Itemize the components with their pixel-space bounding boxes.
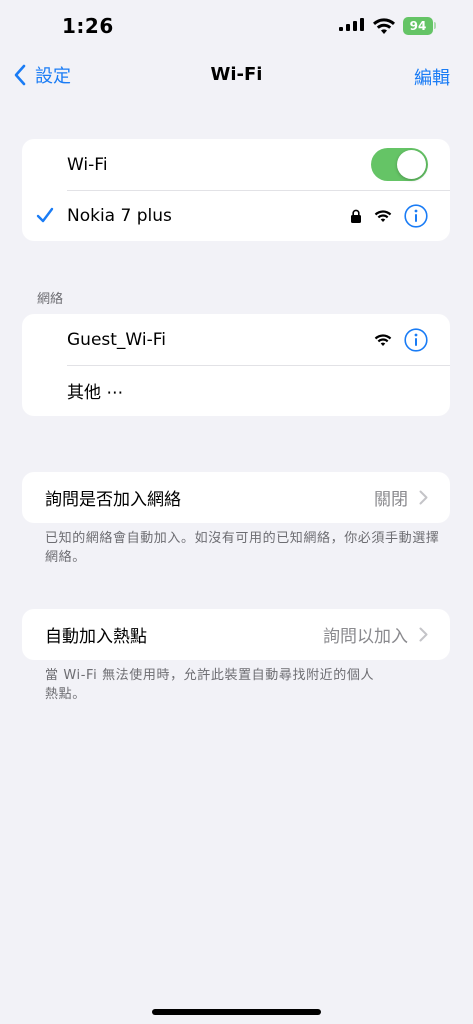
wifi-toggle[interactable] [371,148,428,181]
status-time: 1:26 [62,14,114,38]
ask-to-join-row[interactable]: 詢問是否加入網絡 關閉 [22,472,450,523]
battery-tip [434,22,436,29]
info-icon[interactable] [404,204,428,228]
ask-to-join-group: 詢問是否加入網絡 關閉 [22,472,450,523]
ask-to-join-value: 關閉 [374,490,408,510]
wifi-toggle-row: Wi-Fi [22,139,450,190]
toggle-knob [397,150,426,179]
auto-hotspot-value: 詢問以加入 [323,627,408,647]
home-indicator[interactable] [152,1009,321,1015]
cell-signal-icon [339,18,364,31]
auto-hotspot-group: 自動加入熱點 詢問以加入 [22,609,450,660]
lock-icon [351,209,361,223]
connected-network-row[interactable]: Nokia 7 plus [22,190,450,241]
networks-header: 網絡 [37,292,64,307]
wifi-status-icon [373,18,395,34]
ask-to-join-label: 詢問是否加入網絡 [45,490,181,510]
auto-hotspot-row[interactable]: 自動加入熱點 詢問以加入 [22,609,450,660]
wifi-icon [374,334,392,346]
network-row[interactable]: Guest_Wi-Fi [22,314,450,365]
networks-group: Guest_Wi-Fi 其他 ⋯ [22,314,450,416]
page-title: Wi-Fi [210,64,263,85]
info-icon[interactable] [404,328,428,352]
wifi-group: Wi-Fi Nokia 7 plus [22,139,450,241]
battery-icon: 94 [403,17,433,35]
auto-hotspot-footnote: 當 Wi-Fi 無法使用時，允許此裝置自動尋找附近的個人熱點。 [45,668,375,702]
wifi-toggle-label: Wi-Fi [67,154,108,175]
other-network-row[interactable]: 其他 ⋯ [22,365,450,416]
checkmark-icon [36,207,54,223]
wifi-icon [374,210,392,222]
edit-button[interactable]: 編輯 [414,64,450,90]
auto-hotspot-label: 自動加入熱點 [45,627,147,647]
ask-to-join-footnote: 已知的網絡會自動加入。如沒有可用的已知網絡，你必須手動選擇網絡。 [45,531,440,565]
network-name: Guest_Wi-Fi [67,329,166,350]
chevron-right-icon [419,627,428,642]
connected-network-name: Nokia 7 plus [67,205,172,226]
other-network-label: 其他 ⋯ [67,383,124,403]
chevron-right-icon [419,490,428,505]
